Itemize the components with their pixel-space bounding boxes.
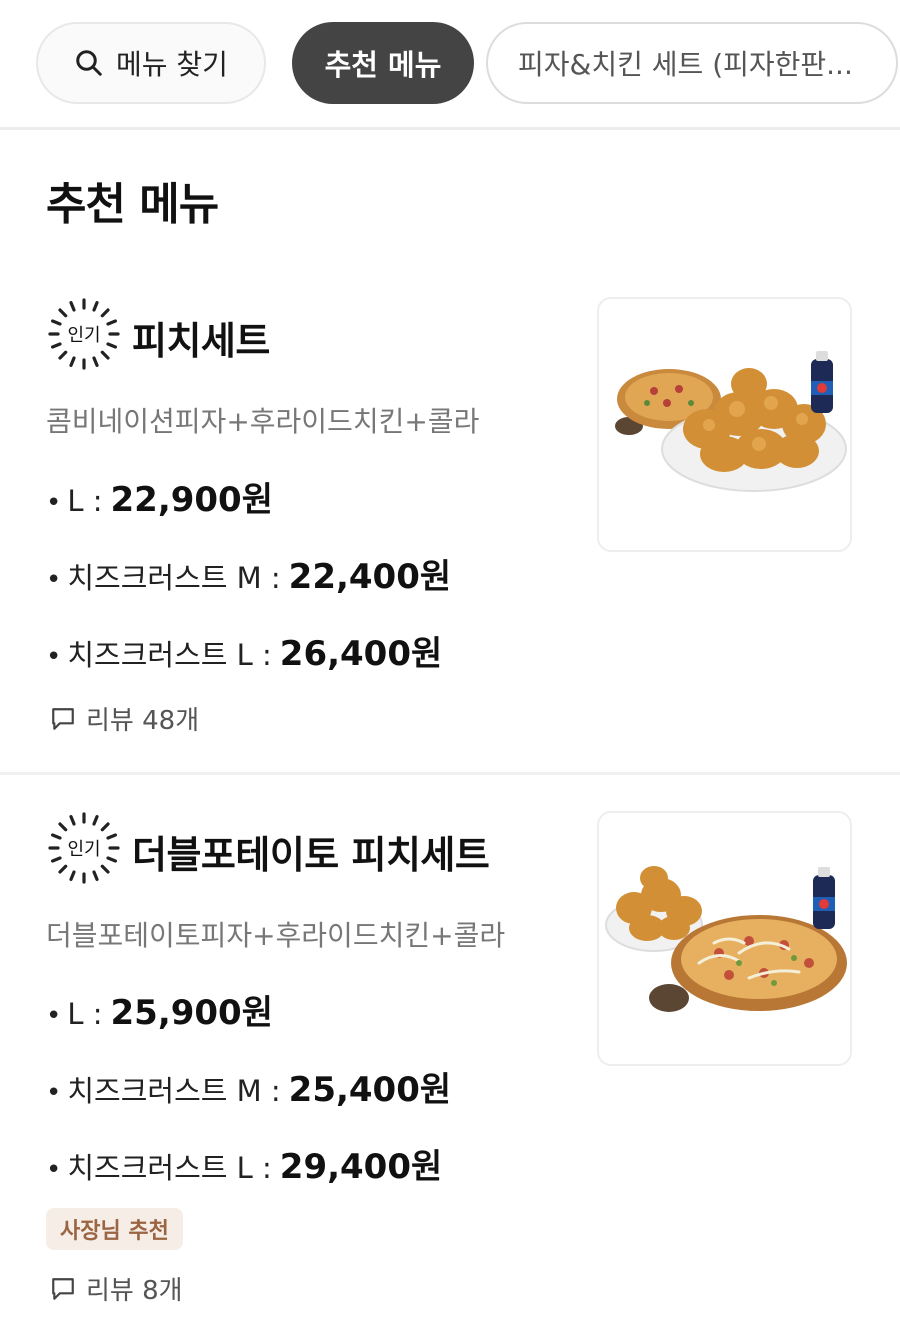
review-link[interactable]: 리뷰 48개 xyxy=(50,700,199,737)
popular-badge-icon: 인기 xyxy=(48,298,120,370)
tab-pizza-chicken-label: 피자&치킨 세트 (피자한판... xyxy=(518,48,853,81)
tab-recommended-label: 추천 메뉴 xyxy=(324,48,442,82)
price-label: 치즈크러스트 L : xyxy=(67,1151,272,1185)
review-count: 리뷰 48개 xyxy=(86,706,200,736)
price-row: • L : 22,900원 xyxy=(46,472,273,521)
menu-item-image[interactable] xyxy=(597,297,852,552)
owner-recommend-tag: 사장님 추천 xyxy=(46,1208,183,1250)
bullet: • xyxy=(46,1078,62,1108)
menu-item-name: 더블포테이토 피치세트 xyxy=(132,833,490,877)
price-amount: 25,900원 xyxy=(110,993,273,1033)
price-label: L : xyxy=(67,484,103,518)
comment-icon xyxy=(52,707,74,730)
popular-badge-icon: 인기 xyxy=(48,812,120,884)
menu-search-label: 메뉴 찾기 xyxy=(116,48,228,81)
popular-badge-text: 인기 xyxy=(67,839,100,860)
comment-icon xyxy=(52,1277,74,1300)
price-label: 치즈크러스트 M : xyxy=(67,1074,281,1108)
bullet: • xyxy=(46,488,62,518)
card-divider xyxy=(0,772,900,775)
pizza-chicken-cola-image xyxy=(615,351,847,492)
price-label: 치즈크러스트 M : xyxy=(67,561,281,595)
menu-item-description: 콤비네이션피자+후라이드치킨+콜라 xyxy=(46,405,480,438)
price-row: • 치즈크러스트 M : 25,400원 xyxy=(46,1062,451,1111)
bullet: • xyxy=(46,642,62,672)
price-amount: 25,400원 xyxy=(288,1070,452,1110)
price-row: • 치즈크러스트 L : 26,400원 xyxy=(46,626,442,675)
menu-item-description: 더블포테이토피자+후라이드치킨+콜라 xyxy=(46,919,506,952)
price-row: • L : 25,900원 xyxy=(46,985,273,1034)
price-row: • 치즈크러스트 L : 29,400원 xyxy=(46,1139,442,1188)
menu-search-chip[interactable]: 메뉴 찾기 xyxy=(36,22,266,104)
bullet: • xyxy=(46,1155,62,1185)
potato-pizza-chicken-cola-image xyxy=(605,866,847,1012)
price-amount: 22,900원 xyxy=(110,480,273,520)
search-icon xyxy=(76,50,102,76)
tab-recommended-menu[interactable]: 추천 메뉴 xyxy=(292,22,474,104)
bullet: • xyxy=(46,1001,62,1031)
bullet: • xyxy=(46,565,62,595)
popular-badge-text: 인기 xyxy=(67,325,100,346)
price-row: • 치즈크러스트 M : 22,400원 xyxy=(46,549,451,598)
review-count: 리뷰 8개 xyxy=(86,1276,183,1306)
menu-item-name: 피치세트 xyxy=(132,319,270,363)
price-label: L : xyxy=(67,997,103,1031)
price-amount: 29,400원 xyxy=(279,1147,443,1187)
review-link[interactable]: 리뷰 8개 xyxy=(50,1270,183,1307)
section-title: 추천 메뉴 xyxy=(46,179,219,230)
price-amount: 26,400원 xyxy=(279,634,443,674)
price-label: 치즈크러스트 L : xyxy=(67,638,272,672)
tab-pizza-chicken-set[interactable]: 피자&치킨 세트 (피자한판... xyxy=(486,22,898,104)
menu-item-image[interactable] xyxy=(597,811,852,1066)
category-chip-bar: 메뉴 찾기 추천 메뉴 피자&치킨 세트 (피자한판... xyxy=(0,0,900,130)
price-amount: 22,400원 xyxy=(288,557,452,597)
